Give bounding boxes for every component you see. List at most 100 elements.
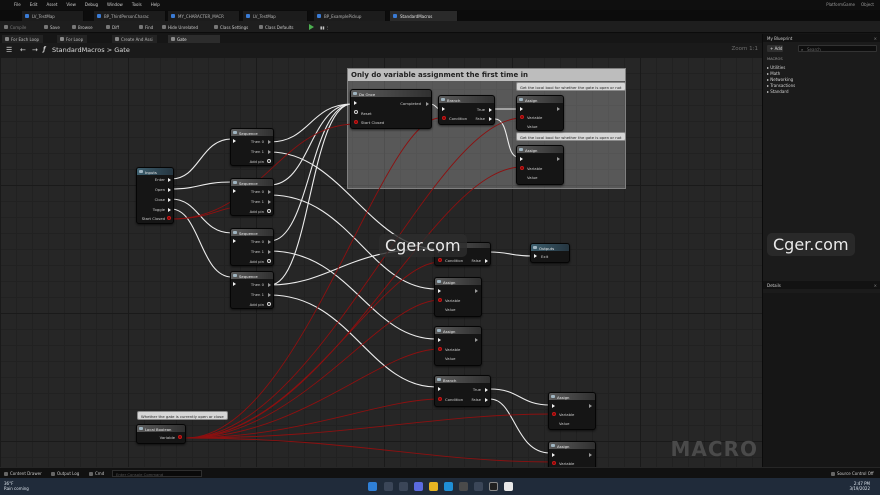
pin-then-0[interactable] [268, 239, 271, 244]
pin-variable-out[interactable] [178, 435, 182, 439]
comment-bubble-3[interactable]: Whether the gate is currently open or cl… [137, 411, 228, 420]
pin-exec-in[interactable] [438, 289, 441, 293]
find-button[interactable]: Find [137, 23, 156, 31]
menu-view[interactable]: View [66, 2, 76, 7]
assign-node-2[interactable]: Assign Variable Value [516, 145, 564, 185]
edge-icon[interactable] [444, 482, 453, 491]
pin-close[interactable] [168, 197, 171, 202]
console-command-input[interactable]: Enter Console Command [112, 470, 202, 477]
pin-true[interactable] [485, 387, 488, 392]
pin-condition[interactable] [438, 258, 442, 262]
do-once-node[interactable]: Do Once Completed Reset Start Closed [350, 89, 432, 129]
pin-exec-out[interactable] [557, 107, 560, 111]
graph-tab-for-each-loop[interactable]: For Each Loop [2, 35, 44, 43]
pin-then-0[interactable] [268, 189, 271, 194]
macro-category-standard[interactable]: ▸ Standard [767, 89, 788, 94]
compile-button[interactable]: Compile [2, 23, 29, 31]
source-control-button[interactable]: Source Control Off [830, 470, 874, 477]
pin-then-0[interactable] [268, 139, 271, 144]
branch-node-3[interactable]: Branch True Condition False [434, 375, 491, 407]
teams-icon[interactable] [414, 482, 423, 491]
sequence-node-2[interactable]: Sequence Then 0 Then 1 Add pin [230, 178, 274, 216]
task-view-icon[interactable] [399, 482, 408, 491]
tab-bp-thirdperson[interactable]: BP_ThirdPersonCharac [94, 11, 166, 21]
outputs-node[interactable]: Outputs Exit [530, 243, 570, 263]
pin-exec-out[interactable] [475, 289, 478, 293]
pin-exec-in[interactable] [442, 107, 445, 111]
pin-then-0[interactable] [268, 282, 271, 287]
pin-exec-in[interactable] [438, 338, 441, 342]
pin-variable[interactable] [520, 166, 524, 170]
pin-exec-out[interactable] [557, 157, 560, 161]
pin-true[interactable] [489, 107, 492, 112]
pin-start-closed[interactable] [354, 120, 358, 124]
windows-start-icon[interactable] [368, 482, 377, 491]
pin-then-1[interactable] [268, 149, 271, 154]
pin-variable[interactable] [552, 461, 556, 465]
search-icon[interactable] [384, 482, 393, 491]
add-pin-icon[interactable] [267, 159, 271, 163]
menu-file[interactable]: File [14, 2, 21, 7]
pin-condition[interactable] [438, 397, 442, 401]
graph-canvas[interactable]: Only do variable assignment the first ti… [0, 57, 762, 467]
diff-button[interactable]: Diff [104, 23, 122, 31]
back-arrow-icon[interactable]: ← [20, 46, 26, 54]
assign-node-4[interactable]: Assign Variable Value [434, 326, 482, 366]
pin-then-1[interactable] [268, 249, 271, 254]
menu-tools[interactable]: Tools [132, 2, 142, 7]
inputs-node[interactable]: Inputs Enter Open Close Toggle Start Clo… [136, 167, 174, 224]
pin-false[interactable] [489, 116, 492, 121]
pin-enter[interactable] [168, 177, 171, 182]
pin-false[interactable] [485, 397, 488, 402]
pin-toggle[interactable] [168, 207, 171, 212]
assign-node-6[interactable]: Assign Variable [548, 441, 596, 467]
pin-completed[interactable] [426, 101, 429, 106]
graph-tab-gate[interactable]: Gate [168, 35, 220, 43]
save-button[interactable]: Save [42, 23, 63, 31]
app-icon-2[interactable] [504, 482, 513, 491]
pin-exec-in[interactable] [552, 453, 555, 457]
output-log-button[interactable]: Output Log [50, 470, 79, 477]
pin-exec-in[interactable] [233, 138, 236, 143]
local-boolean-node[interactable]: Local Boolean Variable [136, 424, 186, 444]
comment-bubble-1[interactable]: Get the local bool for whether the gate … [516, 82, 626, 91]
pin-then-1[interactable] [268, 199, 271, 204]
pin-exec-in[interactable] [233, 188, 236, 193]
play-options-button[interactable]: ▮▮ ⋮ [318, 23, 333, 31]
close-icon[interactable]: × [874, 36, 877, 41]
sequence-node-4[interactable]: Sequence Then 0 Then 1 Add pin [230, 271, 274, 309]
menu-edit[interactable]: Edit [30, 2, 38, 7]
add-button[interactable]: + Add [767, 45, 783, 52]
graph-tab-for-loop[interactable]: For Loop [57, 35, 88, 43]
pin-exec-in[interactable] [233, 238, 236, 243]
macros-section-header[interactable]: MACROS [767, 57, 783, 61]
pin-then-1[interactable] [268, 292, 271, 297]
pin-variable[interactable] [438, 298, 442, 302]
content-drawer-button[interactable]: Content Drawer [3, 470, 42, 477]
pin-exec-in[interactable] [233, 281, 236, 286]
comment-bubble-2[interactable]: Get the local bool for whether the gate … [516, 132, 626, 141]
class-defaults-button[interactable]: Class Defaults [257, 23, 297, 31]
sequence-node-3[interactable]: Sequence Then 0 Then 1 Add pin [230, 228, 274, 266]
assign-node-3[interactable]: Assign Variable Value [434, 277, 482, 317]
unreal-engine-icon[interactable] [489, 482, 498, 491]
breadcrumb-current[interactable]: Gate [114, 46, 130, 54]
pin-exec-out[interactable] [589, 404, 592, 408]
breadcrumb-root[interactable]: StandardMacros [52, 46, 105, 54]
menu-asset[interactable]: Asset [46, 2, 57, 7]
tab-bp-examplepickup[interactable]: BP_ExamplePickup [314, 11, 386, 21]
pin-exec-in[interactable] [520, 107, 523, 111]
weather-widget[interactable]: 36°F Rain coming [4, 481, 29, 491]
pin-false[interactable] [485, 258, 488, 263]
macro-category-networking[interactable]: ▸ Networking [767, 77, 793, 82]
pin-exec-out[interactable] [475, 338, 478, 342]
add-pin-icon[interactable] [267, 259, 271, 263]
class-settings-button[interactable]: Class Settings [212, 23, 251, 31]
browse-button[interactable]: Browse [70, 23, 96, 31]
pin-exec-out[interactable] [589, 453, 592, 457]
pin-open[interactable] [168, 187, 171, 192]
menu-hamburger-icon[interactable]: ☰ [6, 46, 12, 54]
menu-debug[interactable]: Debug [85, 2, 98, 7]
app-icon[interactable] [474, 482, 483, 491]
pin-reset[interactable] [354, 110, 358, 114]
